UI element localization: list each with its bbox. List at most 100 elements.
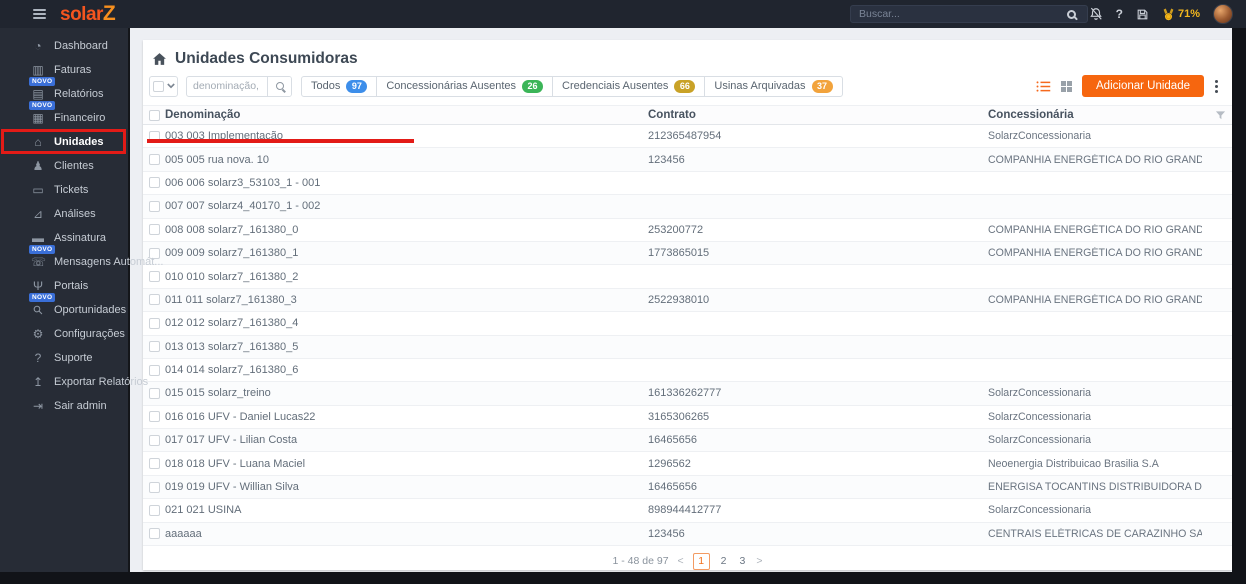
- table-row[interactable]: 007 007 solarz4_40170_1 - 002: [143, 195, 1232, 219]
- sidebar-item-label: Clientes: [54, 160, 94, 172]
- cell-denominacao: 021 021 USINA: [165, 504, 242, 517]
- table-body: 003 003 Implementação 212365487954 Solar…: [143, 125, 1232, 547]
- app-root: solarZ ? 71% ◔ Dashboard ▥ Faturas NOVO …: [0, 0, 1246, 584]
- table-row[interactable]: 003 003 Implementação 212365487954 Solar…: [143, 125, 1232, 149]
- row-checkbox[interactable]: [149, 458, 160, 470]
- table-row[interactable]: 015 015 solarz_treino 161336262777 Solar…: [143, 382, 1232, 406]
- pagination-prev[interactable]: <: [678, 555, 684, 567]
- row-checkbox[interactable]: [149, 224, 160, 236]
- table-row[interactable]: aaaaaa 123456 CENTRAIS ELÉTRICAS DE CARA…: [143, 522, 1232, 547]
- row-checkbox[interactable]: [149, 177, 160, 189]
- global-search-input[interactable]: [850, 5, 1088, 23]
- search-icon: [275, 82, 284, 90]
- search-icon[interactable]: [1066, 9, 1076, 19]
- sidebar-item-relatorios[interactable]: NOVO ▤ Relatórios: [0, 77, 128, 106]
- grid-view-icon[interactable]: [1061, 80, 1072, 92]
- table-row[interactable]: 009 009 solarz7_161380_1 1773865015 COMP…: [143, 241, 1232, 266]
- filter-tab-concessionarias-ausentes[interactable]: Concessionárias Ausentes 26: [376, 75, 553, 97]
- add-unit-button[interactable]: Adicionar Unidade: [1082, 75, 1204, 97]
- sidebar-item-dashboard[interactable]: ◔ Dashboard: [0, 34, 128, 58]
- table-row[interactable]: 019 019 UFV - Willian Silva 16465656 ENE…: [143, 475, 1232, 500]
- list-view-icon[interactable]: [1036, 80, 1051, 93]
- user-avatar[interactable]: [1213, 4, 1233, 24]
- topbar: solarZ ? 71%: [0, 0, 1246, 28]
- row-checkbox[interactable]: [149, 411, 160, 423]
- score-widget[interactable]: 71%: [1162, 8, 1200, 21]
- pagination-page-2[interactable]: 2: [719, 555, 729, 567]
- filter-tab-credenciais-ausentes[interactable]: Credenciais Ausentes 66: [552, 75, 706, 97]
- filter-count-badge: 97: [346, 79, 368, 93]
- sidebar-item-label: Relatórios: [54, 88, 104, 100]
- pagination-page-3[interactable]: 3: [738, 555, 748, 567]
- row-checkbox[interactable]: [149, 434, 160, 446]
- filter-count-badge: 37: [811, 79, 833, 93]
- sidebar-item-label: Mensagens Automát...: [54, 256, 164, 268]
- table-row[interactable]: 013 013 solarz7_161380_5: [143, 335, 1232, 359]
- row-checkbox[interactable]: [149, 294, 160, 306]
- row-checkbox[interactable]: [149, 387, 160, 399]
- pagination-next[interactable]: >: [756, 555, 762, 567]
- sidebar-item-configuracoes[interactable]: ⚙ Configurações: [0, 322, 128, 346]
- filter-tab-usinas-arquivadas[interactable]: Usinas Arquivadas 37: [704, 75, 843, 97]
- table-search-input[interactable]: [187, 80, 267, 92]
- table-row[interactable]: 016 016 UFV - Daniel Lucas22 3165306265 …: [143, 406, 1232, 430]
- row-checkbox[interactable]: [149, 317, 160, 329]
- sidebar-item-sair-admin[interactable]: ⇥ Sair admin: [0, 394, 128, 418]
- cell-contrato: 16465656: [648, 434, 697, 447]
- sidebar-item-faturas[interactable]: ▥ Faturas: [0, 58, 128, 82]
- sidebar-item-assinatura[interactable]: ▬ Assinatura: [0, 226, 128, 250]
- table-row[interactable]: 011 011 solarz7_161380_3 2522938010 COMP…: [143, 288, 1232, 313]
- subscription-icon: ▬: [32, 231, 44, 245]
- main-area: Unidades Consumidoras Todos 97 Concessioná…: [130, 28, 1232, 572]
- table-search-button[interactable]: [267, 76, 291, 96]
- row-checkbox[interactable]: [149, 364, 160, 376]
- table-row[interactable]: 006 006 solarz3_53103_1 - 001: [143, 172, 1232, 196]
- sidebar-item-mensagens-automaticas[interactable]: NOVO ☏ Mensagens Automát...: [0, 245, 163, 274]
- row-checkbox[interactable]: [149, 271, 160, 283]
- table-row[interactable]: 017 017 UFV - Lilian Costa 16465656 Sola…: [143, 429, 1232, 453]
- table-row[interactable]: 008 008 solarz7_161380_0 253200772 COMPA…: [143, 219, 1232, 242]
- menu-icon[interactable]: [33, 9, 46, 19]
- row-checkbox[interactable]: [149, 481, 160, 493]
- pagination-page-1[interactable]: 1: [692, 552, 710, 570]
- sidebar-item-oportunidades[interactable]: NOVO ⚲ Oportunidades: [0, 293, 128, 322]
- table-row[interactable]: 012 012 solarz7_161380_4: [143, 312, 1232, 336]
- cell-contrato: 1773865015: [648, 247, 710, 260]
- table-row[interactable]: 010 010 solarz7_161380_2: [143, 265, 1232, 289]
- table-row[interactable]: 005 005 rua nova. 10 123456 COMPANHIA EN…: [143, 148, 1232, 172]
- row-checkbox[interactable]: [149, 341, 160, 353]
- notifications-muted-icon[interactable]: [1089, 7, 1103, 21]
- header-checkbox[interactable]: [149, 109, 160, 121]
- row-checkbox[interactable]: [149, 154, 160, 166]
- cell-concessionaria: Neoenergia Distribuicao Brasilia S.A: [988, 457, 1159, 470]
- sidebar-item-exportar-relatorios[interactable]: ↥ Exportar Relatórios: [0, 370, 148, 394]
- select-all-checkbox[interactable]: [152, 80, 164, 92]
- help-icon[interactable]: ?: [1116, 7, 1123, 21]
- medal-icon: [1163, 8, 1174, 20]
- select-all-dropdown[interactable]: [149, 75, 178, 97]
- chevron-down-icon: [166, 83, 175, 89]
- cell-denominacao: 013 013 solarz7_161380_5: [165, 340, 299, 353]
- reports-icon: ▤: [32, 87, 44, 101]
- table-row[interactable]: 018 018 UFV - Luana Maciel 1296562 Neoen…: [143, 452, 1232, 476]
- cell-contrato: 123456: [648, 153, 685, 166]
- row-checkbox[interactable]: [149, 130, 160, 142]
- save-icon[interactable]: [1136, 8, 1149, 21]
- sidebar-item-tickets[interactable]: ▭ Tickets: [0, 178, 128, 202]
- row-checkbox[interactable]: [149, 528, 160, 540]
- sidebar-item-financeiro[interactable]: NOVO ▦ Financeiro: [0, 101, 128, 130]
- filter-tab-todos[interactable]: Todos 97: [301, 75, 378, 97]
- row-checkbox[interactable]: [149, 200, 160, 212]
- table-row[interactable]: 021 021 USINA 898944412777 SolarzConcess…: [143, 499, 1232, 523]
- app-logo[interactable]: solarZ: [60, 2, 116, 26]
- filter-icon[interactable]: [1215, 110, 1226, 121]
- more-options-icon[interactable]: [1214, 79, 1218, 93]
- sidebar-item-suporte[interactable]: ? Suporte: [0, 346, 128, 370]
- portals-icon: Ψ: [32, 279, 44, 293]
- table-row[interactable]: 014 014 solarz7_161380_6: [143, 359, 1232, 383]
- sidebar-item-portais[interactable]: Ψ Portais: [0, 274, 128, 298]
- sidebar-item-clientes[interactable]: ♟ Clientes: [0, 154, 128, 178]
- sidebar-item-unidades[interactable]: ⌂ Unidades: [0, 130, 128, 154]
- sidebar-item-analises[interactable]: ⊿ Análises: [0, 202, 128, 226]
- row-checkbox[interactable]: [149, 504, 160, 516]
